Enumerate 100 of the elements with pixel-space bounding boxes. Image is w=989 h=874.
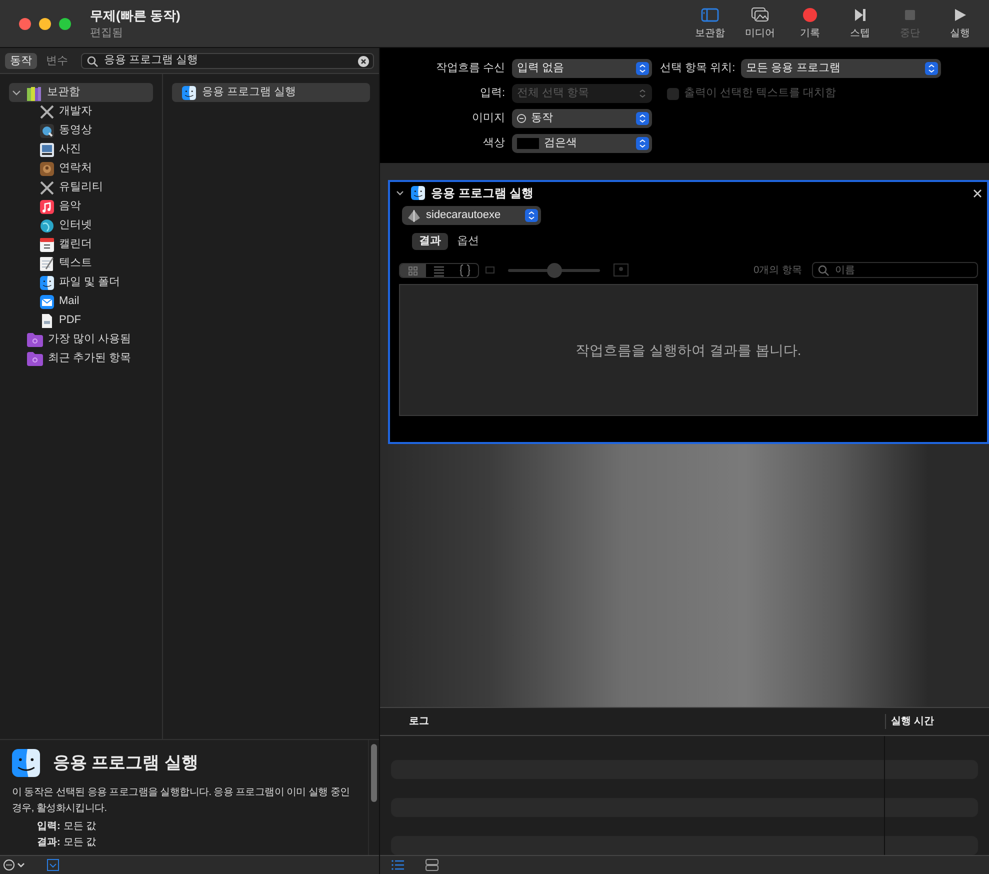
toolbar-button[interactable]: 스텝	[835, 4, 885, 44]
library-item[interactable]: 유틸리티	[9, 178, 153, 197]
view-mode-control[interactable]	[399, 262, 479, 278]
description-text: 이 동작은 선택된 응용 프로그램을 실행합니다. 응용 프로그램이 이미 실행 중인 경우, 활성화시킵니다.	[12, 786, 351, 816]
folder-icon	[27, 332, 43, 346]
books-icon	[26, 84, 42, 100]
magnifier-icon	[40, 124, 54, 138]
popup-arrows-icon	[525, 209, 538, 222]
column-header[interactable]: 실행 시간	[885, 714, 989, 729]
tab[interactable]: 결과	[412, 233, 448, 250]
field-label: 결과:	[37, 836, 60, 850]
braces-icon	[459, 264, 471, 276]
notepad-icon	[40, 256, 54, 270]
library-item[interactable]: 텍스트	[9, 254, 153, 273]
field-label: 선택 항목 위치:	[660, 61, 736, 76]
large-image-icon	[613, 263, 629, 277]
small-image-icon	[485, 265, 495, 275]
color-popup[interactable]: 검은색	[512, 134, 652, 153]
app-icon	[407, 208, 421, 222]
finder-icon	[411, 186, 425, 200]
folder-icon	[27, 352, 43, 366]
close-icon[interactable]	[973, 188, 982, 198]
search-field[interactable]: 이름	[812, 262, 978, 278]
field-value: 모든 값	[63, 820, 96, 834]
log-view-button[interactable]	[391, 859, 405, 871]
popup-arrows-icon	[636, 62, 649, 75]
popup-arrows-icon	[636, 112, 649, 125]
library-item[interactable]: 캘린더	[9, 235, 153, 254]
window-control-icon	[19, 18, 31, 30]
field-label: 작업흐름 수신	[434, 61, 506, 76]
toolbar-button[interactable]: 미디어	[735, 4, 785, 44]
window-control-icon	[39, 18, 51, 30]
record-icon	[801, 6, 819, 22]
field-value: 모든 값	[63, 836, 96, 850]
toolbar-button[interactable]: 실행	[935, 4, 985, 44]
clear-icon[interactable]	[358, 56, 369, 66]
grid-icon	[407, 264, 419, 276]
search-icon	[87, 56, 98, 66]
field-label: 입력:	[37, 820, 60, 834]
field-label: 입력:	[478, 86, 506, 102]
address-book-icon	[40, 162, 54, 176]
column-header[interactable]: 로그	[380, 714, 885, 729]
application-popup[interactable]: sidecarautoexe	[402, 206, 541, 225]
tab[interactable]: 동작	[5, 52, 37, 68]
globe-icon	[40, 218, 54, 232]
library-item[interactable]: PDF	[9, 311, 153, 330]
minus-circle-icon	[517, 114, 526, 123]
description-title: 응용 프로그램 실행	[53, 752, 198, 774]
image-popup[interactable]: 동작	[512, 109, 652, 128]
color-swatch	[517, 138, 539, 149]
window-control-icon	[59, 18, 71, 30]
library-item[interactable]: 가장 많이 사용됨	[9, 330, 153, 349]
document-icon	[40, 314, 54, 328]
window-title: 무제(빠른 동작)	[90, 6, 180, 25]
search-icon	[818, 265, 829, 276]
log-view-button[interactable]	[425, 859, 439, 871]
library-item[interactable]: 인터넷	[9, 216, 153, 235]
chevron-icon[interactable]	[12, 88, 21, 97]
finder-icon	[182, 86, 196, 100]
list-icon	[433, 264, 445, 276]
library-item[interactable]: 동영상	[9, 121, 153, 140]
library-item[interactable]: 파일 및 폴더	[9, 273, 153, 292]
library-item[interactable]: 연락처	[9, 159, 153, 178]
library-item[interactable]: 음악	[9, 197, 153, 216]
library-item[interactable]: 보관함	[9, 83, 153, 102]
view-mode-button[interactable]	[400, 264, 426, 276]
field-label: 색상	[482, 136, 506, 152]
toolbar-button[interactable]: 기록	[785, 4, 835, 44]
photo-icon	[40, 142, 54, 156]
photos-icon	[751, 6, 769, 22]
action-item[interactable]: 응용 프로그램 실행	[172, 83, 370, 102]
library-item[interactable]: 사진	[9, 140, 153, 159]
calendar-icon	[40, 238, 54, 252]
chevron-icon[interactable]	[395, 188, 405, 198]
library-item[interactable]: 최근 추가된 항목	[9, 349, 153, 368]
library-item[interactable]: Mail	[9, 292, 153, 311]
envelope-icon	[40, 294, 54, 308]
application-popup[interactable]: 모든 응용 프로그램	[741, 59, 942, 78]
popup-arrows-icon	[925, 62, 938, 75]
split-view-icon	[425, 859, 439, 871]
empty-message: 작업흐름을 실행하여 결과를 봅니다.	[576, 340, 802, 360]
search-field[interactable]: 응용 프로그램 실행	[81, 52, 374, 68]
music-note-icon	[40, 200, 54, 214]
popup-arrows-icon	[636, 137, 649, 150]
scrollbar-thumb[interactable]	[371, 744, 377, 802]
list-icon	[391, 859, 405, 871]
crossed-tools-icon	[40, 180, 54, 194]
description-toggle-icon	[47, 859, 59, 871]
tab[interactable]: 변수	[41, 52, 73, 68]
action-title: 응용 프로그램 실행	[431, 185, 534, 202]
window-subtitle: 편집됨	[90, 26, 124, 41]
finder-icon	[40, 276, 54, 290]
crossed-tools-icon	[40, 104, 54, 118]
library-item[interactable]: 개발자	[9, 102, 153, 121]
finder-icon	[12, 749, 40, 777]
tab[interactable]: 옵션	[450, 233, 486, 250]
toolbar-button[interactable]: 보관함	[685, 4, 735, 44]
field-label: 이미지	[471, 111, 506, 126]
more-menu-icon	[3, 859, 27, 871]
input-type-popup[interactable]: 입력 없음	[512, 59, 652, 78]
